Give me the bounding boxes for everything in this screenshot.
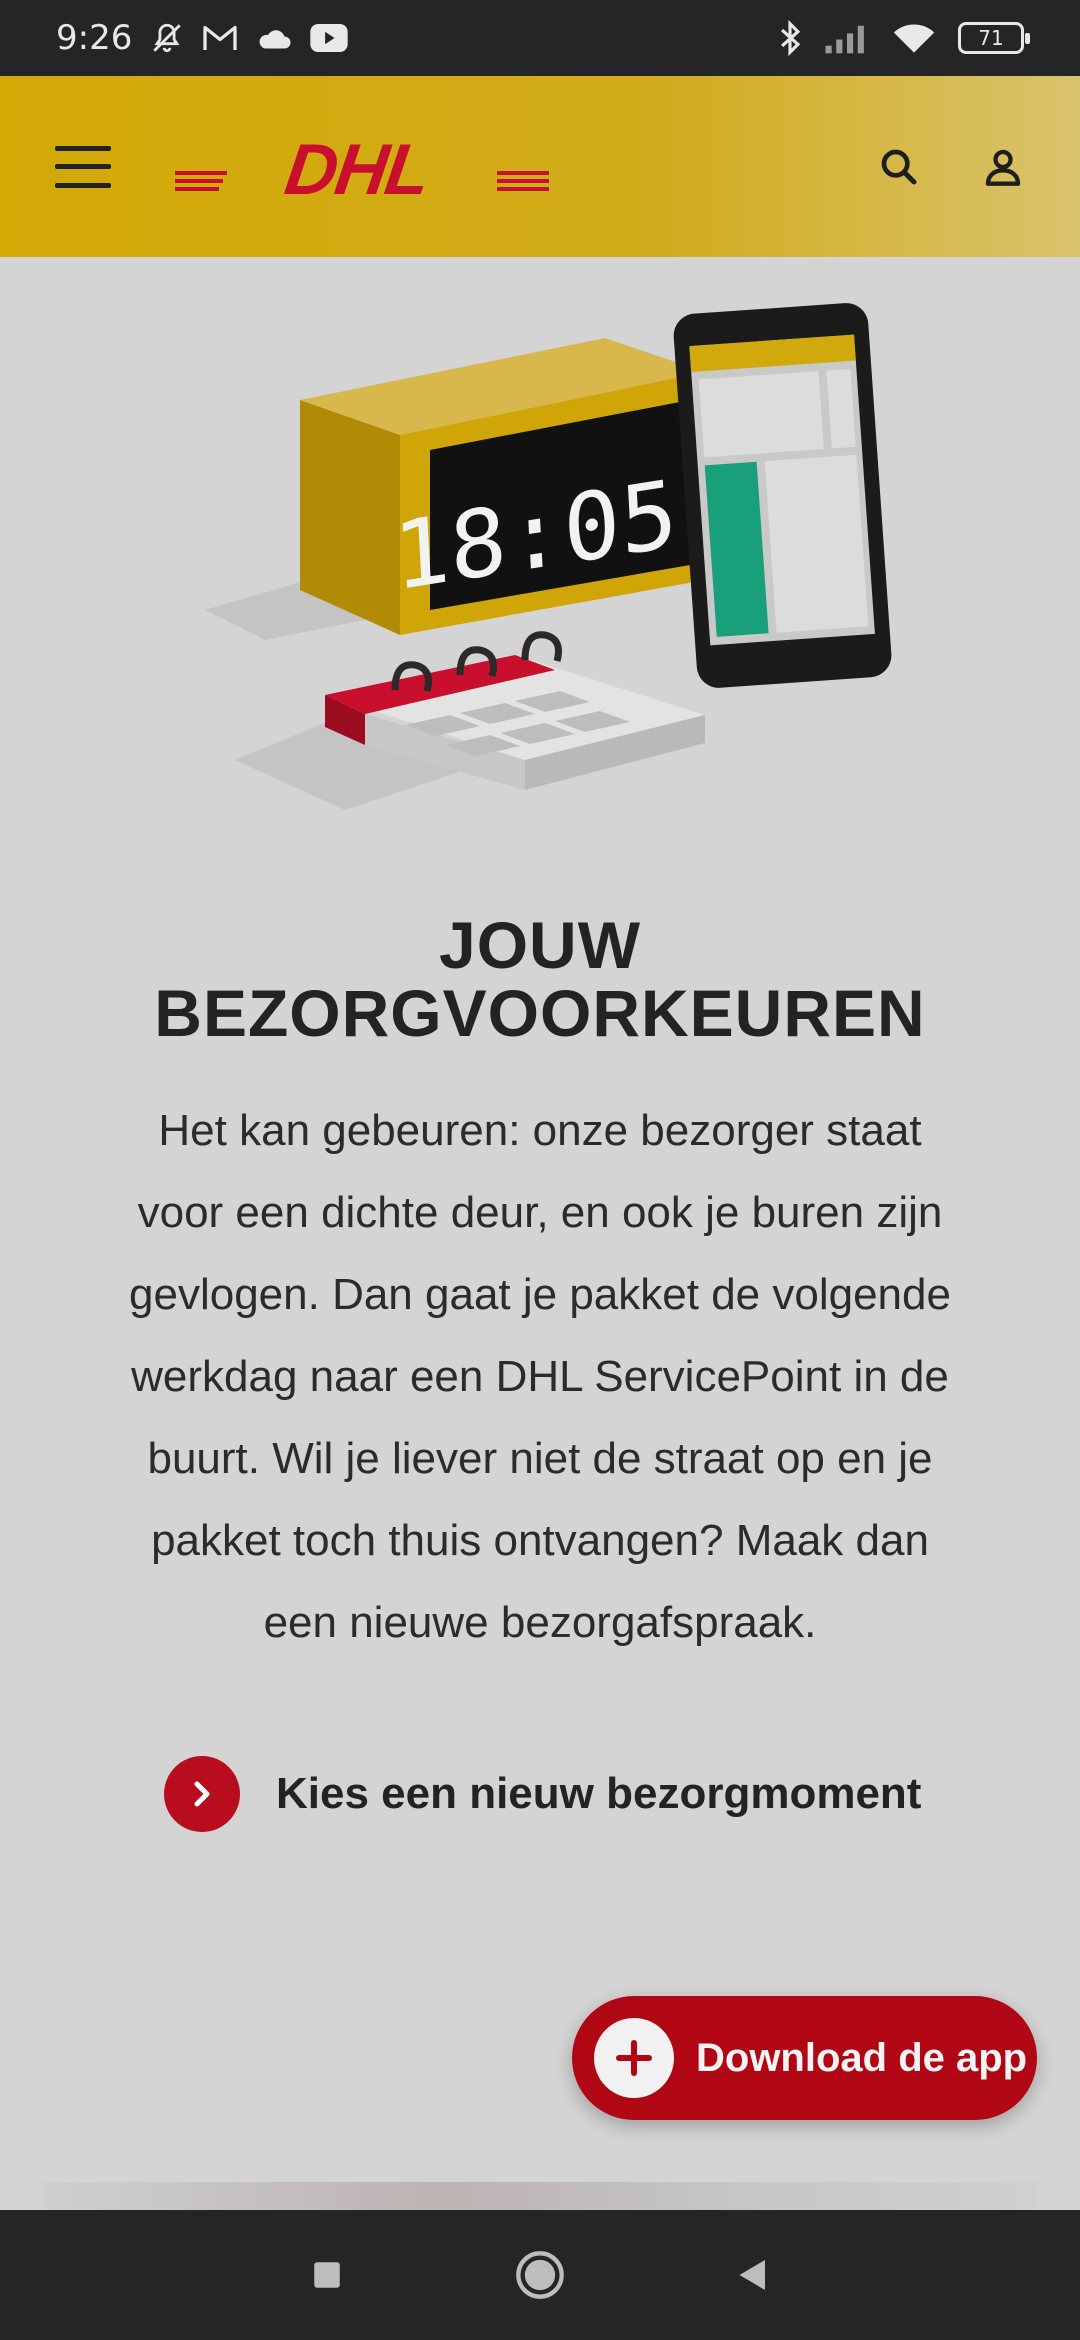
title-line-1: JOUW — [439, 908, 641, 982]
youtube-icon — [310, 24, 349, 52]
status-bar-left: 9:26 — [56, 18, 349, 58]
battery-icon: 71 — [958, 22, 1030, 54]
status-bar-right: 71 — [778, 19, 1030, 57]
description-line: gevlogen. Dan gaat je pakket de volgende — [129, 1270, 951, 1319]
hamburger-menu-icon[interactable] — [55, 145, 111, 188]
description-line: Het kan gebeuren: onze bezorger staat — [158, 1106, 922, 1155]
header-actions — [877, 145, 1025, 189]
chevron-right-icon — [164, 1756, 240, 1832]
recents-square-icon[interactable] — [297, 2245, 357, 2305]
description-line: pakket toch thuis ontvangen? Maak dan — [151, 1516, 929, 1565]
home-circle-icon[interactable] — [510, 2245, 570, 2305]
bluetooth-icon — [778, 19, 802, 57]
delivery-preferences-illustration: 18:05 — [205, 303, 892, 810]
download-app-button[interactable]: Download de app — [572, 1996, 1037, 2120]
search-icon[interactable] — [877, 145, 921, 189]
status-bar: 9:26 71 — [0, 0, 1080, 76]
download-app-label: Download de app — [696, 2035, 1028, 2080]
page-title: JOUW BEZORGVOORKEUREN — [60, 912, 1020, 1046]
description-line: buurt. Wil je liever niet de straat op e… — [147, 1434, 933, 1483]
description-line: een nieuwe bezorgafspraak. — [263, 1598, 817, 1647]
system-navigation-bar — [0, 2210, 1080, 2340]
description-line: werkdag naar een DHL ServicePoint in de — [131, 1352, 949, 1401]
cta-label: Kies een nieuw bezorgmoment — [276, 1769, 922, 1818]
user-icon[interactable] — [981, 145, 1025, 189]
choose-delivery-moment-link[interactable]: Kies een nieuw bezorgmoment — [164, 1756, 921, 1832]
title-line-2: BEZORGVOORKEUREN — [154, 976, 926, 1050]
next-section-image — [44, 2182, 1037, 2212]
gmail-icon — [202, 23, 238, 53]
wifi-icon — [892, 21, 936, 55]
screen: 9:26 71 DHL 18:05 JOUW BEZORGVOORKEUREN … — [0, 0, 1080, 2340]
status-time: 9:26 — [56, 18, 133, 58]
mute-bell-icon — [150, 21, 184, 55]
description-line: voor een dichte deur, en ook je buren zi… — [137, 1188, 943, 1237]
cloud-icon — [256, 25, 292, 51]
site-header: DHL — [0, 76, 1080, 257]
dhl-logo[interactable]: DHL — [175, 134, 549, 200]
svg-text:DHL: DHL — [280, 134, 433, 200]
back-triangle-icon[interactable] — [723, 2245, 783, 2305]
plus-icon — [594, 2018, 674, 2098]
battery-level: 71 — [978, 26, 1004, 50]
description-paragraph: Het kan gebeuren: onze bezorger staat vo… — [90, 1090, 990, 1664]
signal-icon — [824, 21, 870, 55]
